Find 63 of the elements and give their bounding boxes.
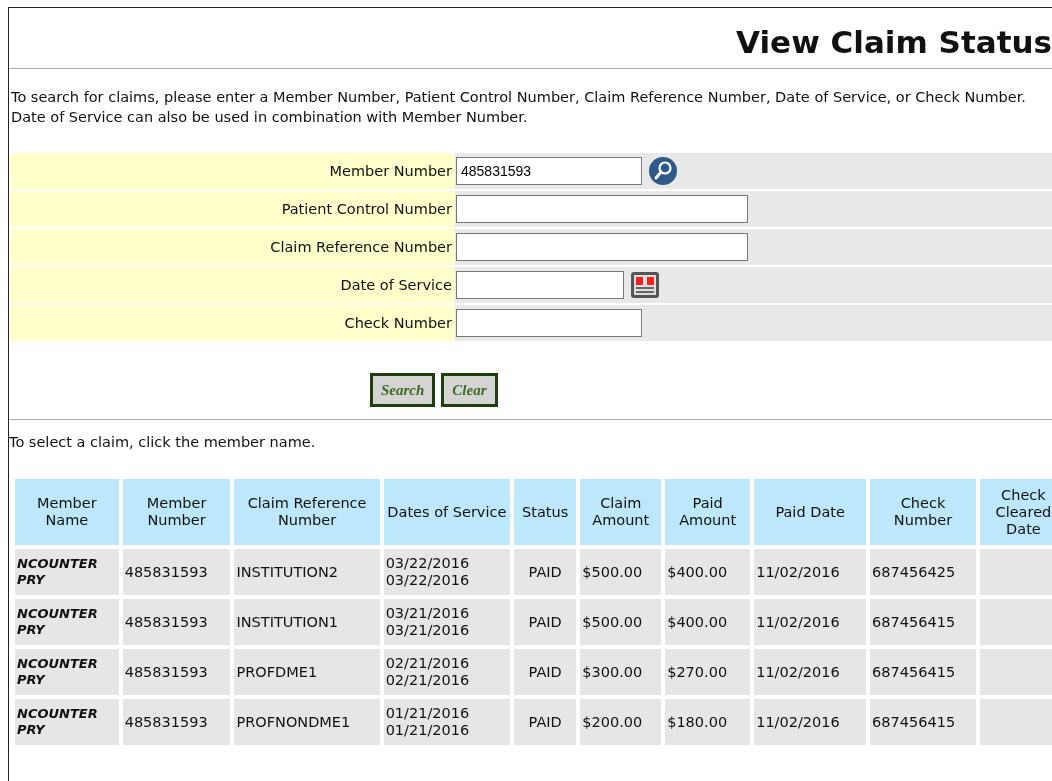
table-cell: $200.00	[580, 699, 662, 745]
column-header: Check Number	[870, 479, 976, 545]
calendar-icon[interactable]	[630, 271, 660, 299]
column-header: Member Name	[15, 479, 119, 545]
table-cell: 03/22/2016 03/22/2016	[383, 549, 511, 595]
column-header: Paid Amount	[665, 479, 751, 545]
table-cell: $400.00	[665, 599, 751, 645]
table-cell: $400.00	[665, 549, 751, 595]
column-header: Member Number	[122, 479, 231, 545]
search-button[interactable]: Search	[370, 373, 436, 407]
table-cell: 01/21/2016 01/21/2016	[383, 699, 511, 745]
table-cell: $500.00	[580, 549, 662, 595]
table-cell: 03/21/2016 03/21/2016	[383, 599, 511, 645]
column-header: Claim Amount	[580, 479, 662, 545]
member-name-link[interactable]: NCOUNTER PRY	[15, 699, 119, 745]
table-cell: 687456415	[870, 649, 976, 695]
page-title: View Claim Status	[735, 23, 1052, 62]
selection-hint: To select a claim, click the member name.	[9, 434, 317, 450]
field-label: Member Number	[329, 163, 452, 179]
table-cell: 11/02/2016	[754, 649, 867, 695]
table-cell: INSTITUTION1	[234, 599, 380, 645]
table-cell: 11/02/2016	[754, 549, 867, 595]
input-field[interactable]: 485831593	[456, 157, 642, 185]
column-header: Status	[514, 479, 577, 545]
clear-button[interactable]: Clear	[441, 373, 498, 407]
table-cell: 687456425	[870, 549, 976, 595]
table-cell: 687456415	[870, 699, 976, 745]
input-field[interactable]	[456, 195, 748, 223]
table-cell: 485831593	[122, 649, 231, 695]
table-cell: 485831593	[122, 599, 231, 645]
table-cell: PAID	[514, 699, 577, 745]
column-header: Dates of Service	[383, 479, 511, 545]
field-label: Claim Reference Number	[270, 239, 452, 255]
table-cell: PAID	[514, 549, 577, 595]
column-header: Check Cleared Date	[979, 479, 1052, 545]
member-name-link[interactable]: NCOUNTER PRY	[15, 599, 119, 645]
table-cell: $500.00	[580, 599, 662, 645]
field-label: Date of Service	[340, 277, 452, 293]
column-header: Claim Reference Number	[234, 479, 380, 545]
instructions-text: To search for claims, please enter a Member Number, Patient Control Number, Claim Reference Number, Date of Service, or Check Number. Date of Service can also be used in combination with Member Number.	[11, 88, 1027, 127]
table-cell: PAID	[514, 599, 577, 645]
table-cell: $270.00	[665, 649, 751, 695]
field-label: Patient Control Number	[281, 201, 452, 217]
table-cell: 02/21/2016 02/21/2016	[383, 649, 511, 695]
field-label: Check Number	[344, 315, 452, 331]
table-cell: 485831593	[122, 549, 231, 595]
table-cell: 687456415	[870, 599, 976, 645]
table-cell: 11/02/2016	[754, 599, 867, 645]
table-cell: INSTITUTION2	[234, 549, 380, 595]
member-name-link[interactable]: NCOUNTER PRY	[15, 549, 119, 595]
table-cell: 485831593	[122, 699, 231, 745]
table-cell: PROFNONDME1	[234, 699, 380, 745]
table-cell: PAID	[514, 649, 577, 695]
table-cell: $180.00	[665, 699, 751, 745]
member-name-link[interactable]: NCOUNTER PRY	[15, 649, 119, 695]
input-field[interactable]	[456, 233, 748, 261]
input-field[interactable]	[456, 271, 624, 299]
table-cell: $300.00	[580, 649, 662, 695]
input-field[interactable]	[456, 309, 642, 337]
table-cell: PROFDME1	[234, 649, 380, 695]
table-cell: 11/02/2016	[754, 699, 867, 745]
search-icon[interactable]	[648, 156, 678, 186]
column-header: Paid Date	[754, 479, 867, 545]
